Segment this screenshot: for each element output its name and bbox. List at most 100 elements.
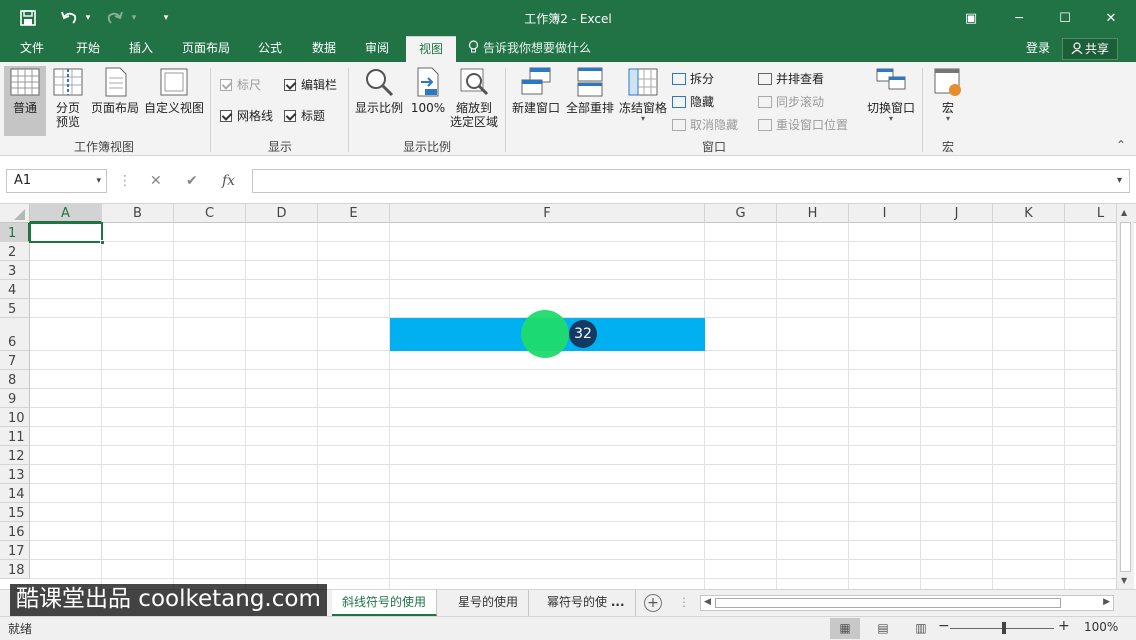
add-sheet-icon[interactable]: +: [644, 594, 662, 612]
formula-bar-checkbox[interactable]: 编辑栏: [284, 76, 337, 93]
collapse-ribbon-icon[interactable]: ⌃: [1114, 138, 1128, 152]
tell-me-box[interactable]: 告诉我你想要做什么: [468, 36, 591, 62]
select-all-corner[interactable]: [0, 204, 30, 223]
maximize-icon[interactable]: ☐: [1042, 0, 1088, 36]
row-header-11[interactable]: 11: [0, 427, 30, 446]
column-header-I[interactable]: I: [849, 204, 921, 223]
minimize-icon[interactable]: ─: [996, 0, 1042, 36]
row-header-3[interactable]: 3: [0, 261, 30, 280]
tab-review[interactable]: 审阅: [354, 36, 400, 62]
column-header-A[interactable]: A: [30, 204, 102, 223]
tab-formulas[interactable]: 公式: [246, 36, 294, 62]
column-header-F[interactable]: F: [390, 204, 705, 223]
zoom-100-button[interactable]: 100%: [408, 66, 448, 115]
scroll-up-icon[interactable]: ▲: [1121, 208, 1127, 217]
zoom-slider[interactable]: [950, 622, 1054, 634]
cancel-icon[interactable]: ✕: [150, 169, 162, 193]
zoom-to-selection-button[interactable]: 缩放到 选定区域: [448, 66, 500, 129]
tab-scroll-separator[interactable]: ⋮: [678, 595, 690, 609]
macros-button[interactable]: 宏 ▾: [926, 66, 970, 123]
tab-insert[interactable]: 插入: [116, 36, 166, 62]
enter-icon[interactable]: ✔: [186, 169, 198, 193]
row-header-14[interactable]: 14: [0, 484, 30, 503]
column-header-G[interactable]: G: [705, 204, 777, 223]
sheet-tab-2[interactable]: 星号的使用: [448, 590, 530, 616]
vertical-scroll-thumb[interactable]: [1120, 222, 1131, 572]
column-header-D[interactable]: D: [246, 204, 318, 223]
vertical-scrollbar[interactable]: ▲ ▼: [1116, 204, 1134, 589]
scroll-right-icon[interactable]: ▶: [1103, 597, 1110, 607]
insert-function-icon[interactable]: fx: [222, 169, 235, 193]
scroll-left-icon[interactable]: ◀: [704, 597, 711, 607]
headings-checkbox[interactable]: 标题: [284, 107, 325, 124]
name-box[interactable]: A1 ▾: [6, 169, 107, 193]
view-side-by-side-button[interactable]: 并排查看: [758, 70, 824, 87]
zoom-button[interactable]: 显示比例: [352, 66, 406, 115]
row-header-2[interactable]: 2: [0, 242, 30, 261]
tab-view[interactable]: 视图: [406, 36, 456, 62]
switch-windows-button[interactable]: 切换窗口 ▾: [864, 66, 918, 123]
row-header-7[interactable]: 7: [0, 351, 30, 370]
column-header-C[interactable]: C: [174, 204, 246, 223]
hide-button[interactable]: 隐藏: [672, 93, 714, 110]
custom-views-button[interactable]: 自定义视图: [142, 66, 206, 115]
zoom-level[interactable]: 100%: [1084, 620, 1118, 634]
expand-formula-bar-icon[interactable]: ▾: [1117, 175, 1122, 186]
column-header-K[interactable]: K: [993, 204, 1065, 223]
freeze-panes-button[interactable]: 冻结窗格 ▾: [616, 66, 670, 123]
sheet-tab-3[interactable]: 幂符号的使 ...: [537, 590, 636, 616]
arrange-all-button[interactable]: 全部重排: [564, 66, 616, 115]
split-button[interactable]: 拆分: [672, 70, 714, 87]
row-header-17[interactable]: 17: [0, 541, 30, 560]
fill-handle[interactable]: [100, 240, 105, 245]
tab-home[interactable]: 开始: [62, 36, 114, 62]
zoom-out-icon[interactable]: −: [938, 618, 950, 634]
normal-view-button[interactable]: 普通: [4, 66, 46, 136]
row-header-9[interactable]: 9: [0, 389, 30, 408]
name-box-value: A1: [14, 173, 32, 188]
row-header-10[interactable]: 10: [0, 408, 30, 427]
worksheet-grid[interactable]: ABCDEFGHIJKL 1 2 3 4 5 6 7 8 9 10 11 12 13 14 15 16 17 18…: [0, 204, 1136, 589]
column-header-B[interactable]: B: [102, 204, 174, 223]
share-button[interactable]: 共享: [1062, 38, 1118, 60]
sheet-tab-1[interactable]: 斜线符号的使用: [332, 590, 438, 616]
page-break-preview-button[interactable]: 分页 预览: [48, 66, 88, 129]
formula-input[interactable]: ▾: [252, 169, 1130, 193]
tab-data[interactable]: 数据: [300, 36, 348, 62]
column-header-J[interactable]: J: [921, 204, 993, 223]
row-header-1[interactable]: 1: [0, 223, 30, 242]
row-header-6[interactable]: 6: [0, 318, 30, 351]
column-header-H[interactable]: H: [777, 204, 849, 223]
more-sheets-ellipsis[interactable]: ...: [611, 595, 625, 609]
horizontal-scrollbar[interactable]: ◀ ▶: [700, 595, 1114, 611]
row-header-4[interactable]: 4: [0, 280, 30, 299]
sign-in-link[interactable]: 登录: [1026, 36, 1050, 62]
zoom-slider-knob[interactable]: [1002, 622, 1006, 634]
horizontal-scroll-thumb[interactable]: [715, 598, 1061, 608]
row-header-12[interactable]: 12: [0, 446, 30, 465]
row-header-5[interactable]: 5: [0, 299, 30, 318]
zoom-in-icon[interactable]: +: [1058, 618, 1070, 634]
row-header-15[interactable]: 15: [0, 503, 30, 522]
new-window-button[interactable]: 新建窗口: [510, 66, 562, 115]
page-layout-view-button[interactable]: 页面布局: [90, 66, 140, 115]
switch-windows-label: 切换窗口: [866, 101, 915, 115]
row-header-13[interactable]: 13: [0, 465, 30, 484]
page-break-status-icon[interactable]: ▥: [906, 618, 936, 639]
row-header-18[interactable]: 18: [0, 560, 30, 579]
gridlines-checkbox[interactable]: 网格线: [220, 107, 273, 124]
row-header-8[interactable]: 8: [0, 370, 30, 389]
normal-view-status-icon[interactable]: ▦: [830, 618, 860, 639]
name-box-dropdown-icon[interactable]: ▾: [96, 170, 101, 192]
column-header-E[interactable]: E: [318, 204, 390, 223]
tab-file[interactable]: 文件: [8, 36, 56, 62]
grid-row-line: [30, 578, 1116, 579]
scroll-down-icon[interactable]: ▼: [1121, 576, 1127, 585]
page-layout-status-icon[interactable]: ▤: [868, 618, 898, 639]
tab-page-layout[interactable]: 页面布局: [172, 36, 240, 62]
ribbon-display-options-icon[interactable]: ▣: [948, 0, 994, 36]
close-icon[interactable]: ✕: [1088, 0, 1134, 36]
ruler-checkbox: 标尺: [220, 76, 261, 93]
row-header-16[interactable]: 16: [0, 522, 30, 541]
active-cell[interactable]: [29, 222, 105, 245]
